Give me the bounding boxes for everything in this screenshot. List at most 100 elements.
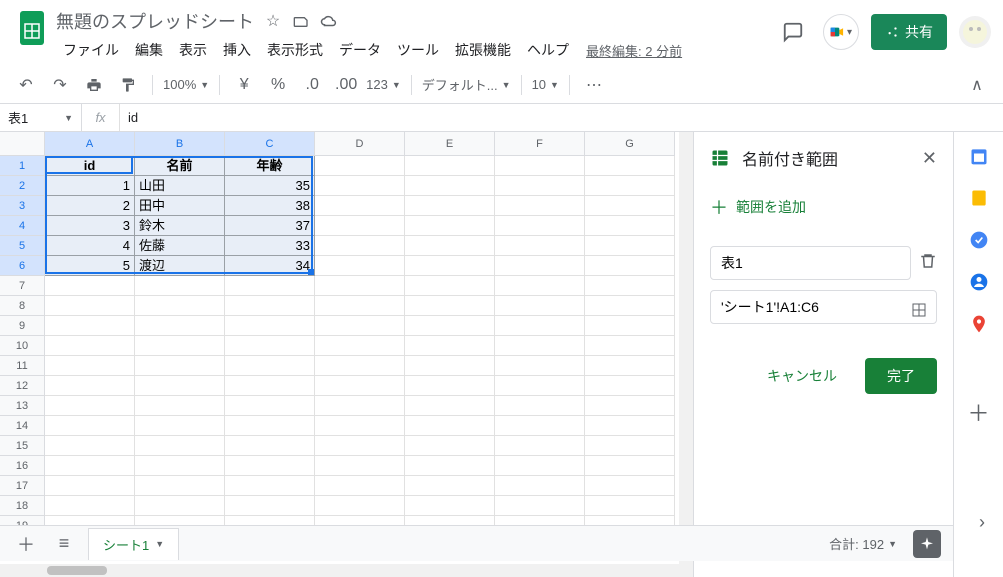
- select-all-corner[interactable]: [0, 132, 45, 156]
- row-header-12[interactable]: 12: [0, 376, 45, 396]
- cell[interactable]: [405, 456, 495, 476]
- cell[interactable]: 1: [45, 176, 135, 196]
- calendar-icon[interactable]: [969, 146, 989, 166]
- cell[interactable]: [585, 276, 675, 296]
- vertical-scrollbar[interactable]: [679, 132, 693, 577]
- cell[interactable]: [315, 396, 405, 416]
- row-header-9[interactable]: 9: [0, 316, 45, 336]
- cell[interactable]: [315, 216, 405, 236]
- cell[interactable]: [585, 216, 675, 236]
- cell[interactable]: [45, 456, 135, 476]
- cell[interactable]: [315, 496, 405, 516]
- cell[interactable]: [315, 456, 405, 476]
- cell[interactable]: 34: [225, 256, 315, 276]
- cell[interactable]: [45, 296, 135, 316]
- cell[interactable]: [585, 416, 675, 436]
- close-icon[interactable]: ✕: [922, 148, 937, 169]
- cell[interactable]: [585, 456, 675, 476]
- cell[interactable]: [585, 336, 675, 356]
- row-header-7[interactable]: 7: [0, 276, 45, 296]
- cell[interactable]: [405, 396, 495, 416]
- cell[interactable]: [315, 256, 405, 276]
- cell[interactable]: [495, 216, 585, 236]
- format-123-dropdown[interactable]: 123▼: [366, 77, 401, 92]
- cell[interactable]: [315, 416, 405, 436]
- horizontal-scrollbar[interactable]: [0, 564, 679, 577]
- explore-icon[interactable]: [913, 530, 941, 558]
- cell[interactable]: [315, 176, 405, 196]
- cancel-button[interactable]: キャンセル: [749, 358, 855, 394]
- cell[interactable]: [495, 376, 585, 396]
- cell[interactable]: [225, 376, 315, 396]
- cell[interactable]: [45, 276, 135, 296]
- font-dropdown[interactable]: デフォルト...▼: [422, 75, 511, 94]
- column-header-D[interactable]: D: [315, 132, 405, 156]
- row-header-18[interactable]: 18: [0, 496, 45, 516]
- cell[interactable]: [585, 176, 675, 196]
- comments-icon[interactable]: [775, 14, 811, 50]
- percent-icon[interactable]: %: [264, 71, 292, 99]
- add-addon-icon[interactable]: ＋: [967, 396, 989, 428]
- cell[interactable]: [585, 356, 675, 376]
- cell[interactable]: [135, 476, 225, 496]
- cell[interactable]: [135, 316, 225, 336]
- cell[interactable]: [405, 356, 495, 376]
- cell[interactable]: 田中: [135, 196, 225, 216]
- all-sheets-icon[interactable]: ≡: [50, 530, 78, 558]
- cell[interactable]: [495, 416, 585, 436]
- menu-file[interactable]: ファイル: [56, 36, 126, 64]
- cell[interactable]: [45, 416, 135, 436]
- cell[interactable]: [225, 396, 315, 416]
- formula-input[interactable]: id: [120, 110, 1003, 125]
- paint-format-icon[interactable]: [114, 71, 142, 99]
- menu-extensions[interactable]: 拡張機能: [448, 36, 518, 64]
- quicksum-dropdown[interactable]: 合計: 192▼: [821, 530, 905, 557]
- cell[interactable]: id: [45, 156, 135, 176]
- cell[interactable]: [405, 176, 495, 196]
- cell[interactable]: 3: [45, 216, 135, 236]
- add-sheet-icon[interactable]: ＋: [12, 530, 40, 558]
- cell[interactable]: [405, 336, 495, 356]
- cell[interactable]: [225, 496, 315, 516]
- cell[interactable]: [315, 356, 405, 376]
- cell[interactable]: 5: [45, 256, 135, 276]
- cell[interactable]: [225, 296, 315, 316]
- cell[interactable]: [495, 476, 585, 496]
- row-header-15[interactable]: 15: [0, 436, 45, 456]
- cell[interactable]: [135, 296, 225, 316]
- share-button[interactable]: 共有: [871, 14, 947, 50]
- cell[interactable]: [45, 476, 135, 496]
- cell[interactable]: [405, 296, 495, 316]
- row-header-2[interactable]: 2: [0, 176, 45, 196]
- cell[interactable]: 38: [225, 196, 315, 216]
- cell[interactable]: [135, 336, 225, 356]
- cell[interactable]: [585, 256, 675, 276]
- cell[interactable]: [135, 276, 225, 296]
- tasks-icon[interactable]: [969, 230, 989, 250]
- cell[interactable]: [495, 276, 585, 296]
- cell[interactable]: [405, 256, 495, 276]
- cell[interactable]: [405, 496, 495, 516]
- cell[interactable]: [315, 236, 405, 256]
- cell[interactable]: [225, 356, 315, 376]
- cell[interactable]: 35: [225, 176, 315, 196]
- cell[interactable]: [405, 216, 495, 236]
- delete-range-icon[interactable]: [919, 252, 937, 275]
- cell[interactable]: 渡辺: [135, 256, 225, 276]
- row-header-11[interactable]: 11: [0, 356, 45, 376]
- decrease-decimal-icon[interactable]: .0: [298, 71, 326, 99]
- cell[interactable]: [225, 436, 315, 456]
- row-header-8[interactable]: 8: [0, 296, 45, 316]
- meet-icon[interactable]: ▾: [823, 14, 859, 50]
- cell[interactable]: [495, 356, 585, 376]
- cell[interactable]: [135, 436, 225, 456]
- cell[interactable]: [585, 476, 675, 496]
- column-header-A[interactable]: A: [45, 132, 135, 156]
- cell[interactable]: [585, 316, 675, 336]
- hide-rail-icon[interactable]: ›: [979, 512, 985, 533]
- menu-insert[interactable]: 挿入: [216, 36, 258, 64]
- cell[interactable]: [135, 456, 225, 476]
- cell[interactable]: [315, 336, 405, 356]
- column-header-F[interactable]: F: [495, 132, 585, 156]
- cell[interactable]: [495, 176, 585, 196]
